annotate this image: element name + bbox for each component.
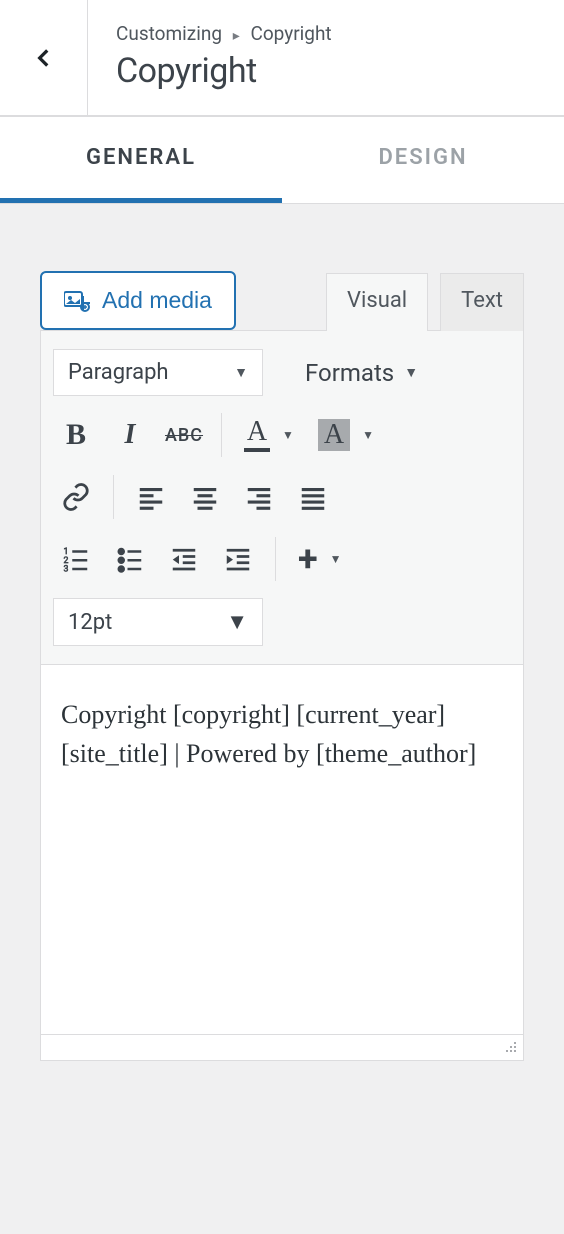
outdent-button[interactable] [161,536,207,582]
toolbar-row-5: 12pt ▼ [53,598,511,646]
fontsize-select[interactable]: 12pt ▼ [53,598,263,646]
chevron-down-icon: ▼ [362,428,374,442]
ordered-list-icon: 123 [61,544,91,574]
resize-handle[interactable] [503,1039,517,1053]
plus-icon: + [298,538,318,580]
add-media-label: Add media [102,287,212,314]
tab-general[interactable]: GENERAL [0,117,282,203]
align-left-button[interactable] [128,474,174,520]
text-color-icon: A [244,418,270,452]
toolbar-row-3 [53,474,511,520]
italic-button[interactable]: I [107,412,153,458]
toolbar-row-4: 123 + ▼ [53,536,511,582]
unordered-list-icon [115,544,145,574]
align-right-button[interactable] [236,474,282,520]
editor-content[interactable]: Copyright [copyright] [current_year] [si… [40,665,524,1035]
text-color-button[interactable]: A ▼ [236,412,302,458]
toolbar-row-2: B I ABC A ▼ A ▼ [53,412,511,458]
align-justify-button[interactable] [290,474,336,520]
add-media-button[interactable]: Add media [40,271,236,330]
indent-icon [223,544,253,574]
chevron-left-icon [31,45,57,71]
editor-tab-visual[interactable]: Visual [326,273,428,331]
toolbar-separator [275,537,276,581]
resize-icon [503,1039,517,1053]
ordered-list-button[interactable]: 123 [53,536,99,582]
editor-tab-text[interactable]: Text [440,273,524,331]
toolbar-separator [113,475,114,519]
page-title: Copyright [116,51,564,91]
chevron-down-icon: ▼ [330,552,342,566]
align-center-button[interactable] [182,474,228,520]
toolbar-row-1: Paragraph ▼ Formats ▼ [53,349,511,396]
align-justify-icon [298,482,328,512]
bold-button[interactable]: B [53,412,99,458]
insert-button[interactable]: + ▼ [290,536,350,582]
link-button[interactable] [53,474,99,520]
fontsize-label: 12pt [68,610,112,635]
align-center-icon [190,482,220,512]
breadcrumb: Customizing ▸ Copyright [116,22,564,45]
paragraph-select-label: Paragraph [68,360,169,385]
background-color-icon: A [318,419,350,451]
toolbar-separator [221,413,222,457]
unordered-list-button[interactable] [107,536,153,582]
formats-button[interactable]: Formats ▼ [291,351,432,395]
outdent-icon [169,544,199,574]
media-row: Add media Visual Text [40,264,524,330]
chevron-down-icon: ▼ [234,364,248,381]
link-icon [61,482,91,512]
editor-toolbar: Paragraph ▼ Formats ▼ B I ABC A ▼ A ▼ [40,330,524,665]
customizer-header: Customizing ▸ Copyright Copyright [0,0,564,117]
back-button[interactable] [0,0,88,115]
svg-text:3: 3 [64,565,69,575]
align-left-icon [136,482,166,512]
strikethrough-button[interactable]: ABC [161,412,207,458]
breadcrumb-caret-icon: ▸ [233,28,240,44]
chevron-down-icon: ▼ [404,364,418,381]
editor-footer [40,1035,524,1061]
paragraph-select[interactable]: Paragraph ▼ [53,349,263,396]
tab-design[interactable]: DESIGN [282,117,564,203]
background-color-button[interactable]: A ▼ [310,412,382,458]
breadcrumb-prefix: Customizing [116,22,222,45]
chevron-down-icon: ▼ [282,428,294,442]
editor-area: Add media Visual Text Paragraph ▼ Format… [0,204,564,1061]
breadcrumb-current: Copyright [250,22,331,45]
chevron-down-icon: ▼ [226,609,248,635]
indent-button[interactable] [215,536,261,582]
header-content: Customizing ▸ Copyright Copyright [88,0,564,115]
media-icon [64,290,90,312]
formats-label: Formats [305,359,394,387]
align-right-icon [244,482,274,512]
section-tabs: GENERAL DESIGN [0,117,564,204]
editor-mode-tabs: Visual Text [326,272,524,330]
